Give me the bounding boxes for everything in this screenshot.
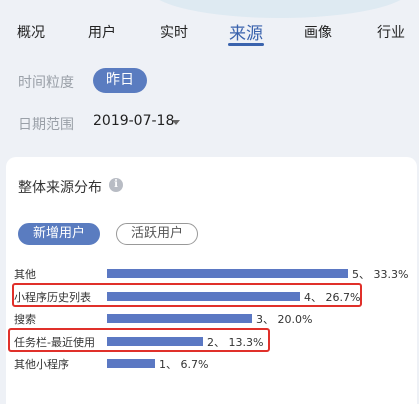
bar xyxy=(107,359,155,368)
tab-source[interactable]: 来源 xyxy=(229,19,263,44)
date-range-label: 日期范围 xyxy=(18,117,74,133)
bar-label: 其他小程序 xyxy=(14,358,69,371)
bar-value-label: 5、 33.3% xyxy=(352,268,409,281)
active-tab-indicator xyxy=(228,43,264,46)
bar-value-label: 1、 6.7% xyxy=(159,358,209,371)
date-range-select[interactable]: 2019-07-18 xyxy=(93,113,174,129)
bar-value-label: 3、 20.0% xyxy=(256,313,313,326)
caret-down-icon[interactable] xyxy=(172,120,180,125)
granularity-label: 时间粒度 xyxy=(18,75,74,91)
tab-users[interactable]: 用户 xyxy=(88,22,116,42)
tab-bar: 概况 用户 实时 来源 画像 行业 xyxy=(0,0,419,56)
granularity-yesterday-button[interactable]: 昨日 xyxy=(93,68,147,93)
active-users-toggle[interactable]: 活跃用户 xyxy=(116,223,198,245)
section-title: 整体来源分布 xyxy=(18,180,102,196)
highlight-box xyxy=(8,328,270,352)
tab-realtime[interactable]: 实时 xyxy=(160,22,188,42)
highlight-box xyxy=(12,283,362,307)
info-icon[interactable]: i xyxy=(109,178,123,192)
bar xyxy=(107,269,348,278)
tab-industry[interactable]: 行业 xyxy=(377,22,405,42)
tab-overview[interactable]: 概况 xyxy=(17,22,45,42)
bar-label: 搜索 xyxy=(14,313,36,326)
bar xyxy=(107,314,252,323)
bar-label: 其他 xyxy=(14,268,36,281)
new-users-toggle[interactable]: 新增用户 xyxy=(18,223,100,245)
tab-portrait[interactable]: 画像 xyxy=(304,22,332,42)
